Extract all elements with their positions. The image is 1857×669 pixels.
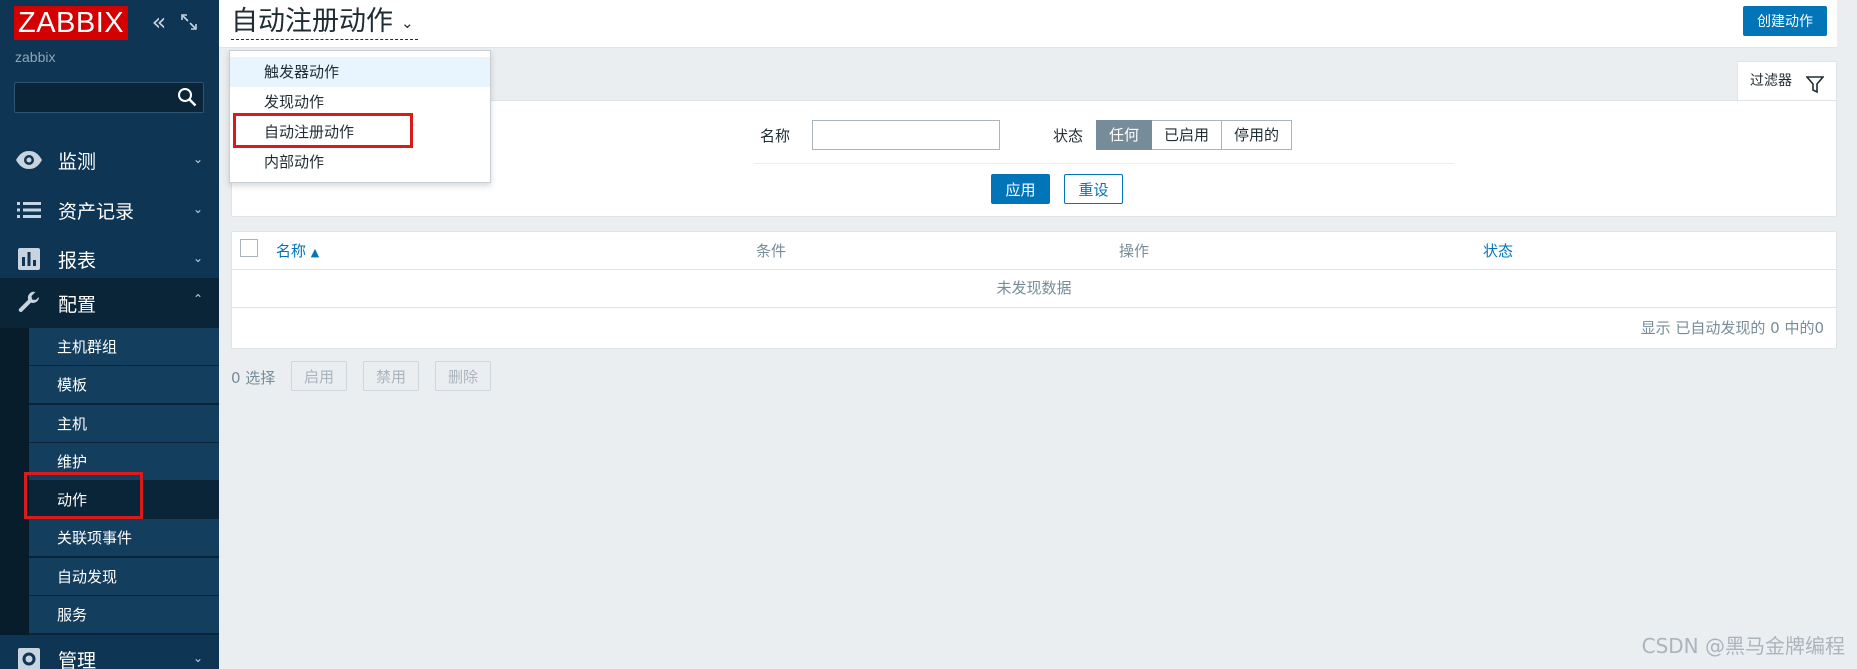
search-input[interactable] xyxy=(15,83,173,112)
apply-button[interactable]: 应用 xyxy=(991,174,1050,204)
chevron-up-icon: ⌃ xyxy=(192,292,203,306)
menu-label: 管理 xyxy=(58,649,97,669)
sort-ascending-icon: ▲ xyxy=(310,246,320,259)
menu-reports[interactable]: 报表 ⌄ xyxy=(0,234,219,284)
status-option-any[interactable]: 任何 xyxy=(1096,120,1153,150)
chevron-down-icon: ⌄ xyxy=(192,651,203,665)
menu-label: 配置 xyxy=(58,293,97,316)
server-name: zabbix xyxy=(15,49,56,65)
select-all-checkbox[interactable] xyxy=(240,239,258,257)
collapse-sidebar-icon[interactable]: « xyxy=(148,10,170,34)
column-conditions-header: 条件 xyxy=(756,242,787,260)
zabbix-logo[interactable]: ZABBIX xyxy=(14,6,129,40)
reset-button[interactable]: 重设 xyxy=(1064,174,1123,204)
chevron-down-icon: ⌄ xyxy=(401,13,414,32)
gear-icon xyxy=(14,644,44,669)
menu-label: 资产记录 xyxy=(58,200,135,223)
selected-count: 0 选择 xyxy=(231,369,276,387)
filter-status-label: 状态 xyxy=(1053,127,1084,145)
status-option-enabled[interactable]: 已启用 xyxy=(1152,120,1223,150)
sidebar-search[interactable] xyxy=(14,82,204,113)
dropdown-item-trigger-actions[interactable]: 触发器动作 xyxy=(230,57,490,87)
submenu-host-groups[interactable]: 主机群组 xyxy=(29,328,219,366)
eye-icon xyxy=(14,145,44,175)
menu-configuration[interactable]: 配置 ⌃ xyxy=(0,278,219,328)
mass-enable-button[interactable]: 启用 xyxy=(291,361,348,391)
column-status-header[interactable]: 状态 xyxy=(1483,240,1513,261)
menu-label: 监测 xyxy=(58,150,97,173)
bar-chart-icon xyxy=(14,244,44,274)
menu-monitoring[interactable]: 监测 ⌄ xyxy=(0,135,219,185)
list-icon xyxy=(14,195,44,225)
highlight-box-autoregistration xyxy=(233,113,413,148)
watermark: CSDN @黑马金牌编程 xyxy=(1641,634,1845,658)
kiosk-mode-icon[interactable] xyxy=(178,12,200,34)
search-icon[interactable] xyxy=(177,87,197,107)
highlight-box-actions xyxy=(24,472,143,519)
create-action-button[interactable]: 创建动作 xyxy=(1743,6,1827,36)
chevron-down-icon: ⌄ xyxy=(192,202,203,216)
row-separator xyxy=(232,307,1836,308)
menu-inventory[interactable]: 资产记录 ⌄ xyxy=(0,185,219,235)
wrench-icon xyxy=(14,288,44,318)
menu-administration[interactable]: 管理 ⌄ xyxy=(0,634,219,669)
filter-tab-label: 过滤器 xyxy=(1750,73,1792,89)
menu-label: 报表 xyxy=(58,249,97,272)
filter-name-label: 名称 xyxy=(760,127,791,145)
pager-summary: 显示 已自动发现的 0 中的0 xyxy=(1640,319,1824,337)
submenu-discovery[interactable]: 自动发现 xyxy=(29,558,219,596)
filter-divider xyxy=(754,163,1454,164)
chevron-down-icon: ⌄ xyxy=(192,251,203,265)
sidebar: ZABBIX « zabbix 监测 ⌄ 资产记录 ⌄ 报表 ⌄ 配置 ⌃ 主机… xyxy=(0,0,219,669)
chevron-down-icon: ⌄ xyxy=(192,152,203,166)
actions-table: 名称 ▲ 条件 操作 状态 未发现数据 显示 已自动发现的 0 中的0 xyxy=(231,231,1837,349)
page-title: 自动注册动作 xyxy=(231,6,393,37)
no-data-message: 未发现数据 xyxy=(996,279,1072,297)
submenu-templates[interactable]: 模板 xyxy=(29,366,219,404)
header-separator xyxy=(232,269,1836,270)
filter-tab[interactable]: 过滤器 xyxy=(1737,61,1837,101)
column-operations-header: 操作 xyxy=(1119,242,1150,260)
page-header: 自动注册动作 ⌄ 创建动作 xyxy=(219,0,1837,48)
submenu-hosts[interactable]: 主机 xyxy=(29,405,219,443)
mass-delete-button[interactable]: 删除 xyxy=(435,361,492,391)
status-option-disabled[interactable]: 停用的 xyxy=(1222,120,1293,150)
submenu-services[interactable]: 服务 xyxy=(29,596,219,634)
column-name-header[interactable]: 名称 ▲ xyxy=(276,240,319,261)
submenu-event-correlation[interactable]: 关联项事件 xyxy=(29,519,219,557)
filter-name-input[interactable] xyxy=(812,120,1000,150)
mass-disable-button[interactable]: 禁用 xyxy=(363,361,420,391)
status-segmented-control: 任何 已启用 停用的 xyxy=(1096,120,1293,150)
page-title-dropdown[interactable]: 自动注册动作 ⌄ xyxy=(231,6,418,40)
dropdown-item-internal-actions[interactable]: 内部动作 xyxy=(230,147,490,177)
